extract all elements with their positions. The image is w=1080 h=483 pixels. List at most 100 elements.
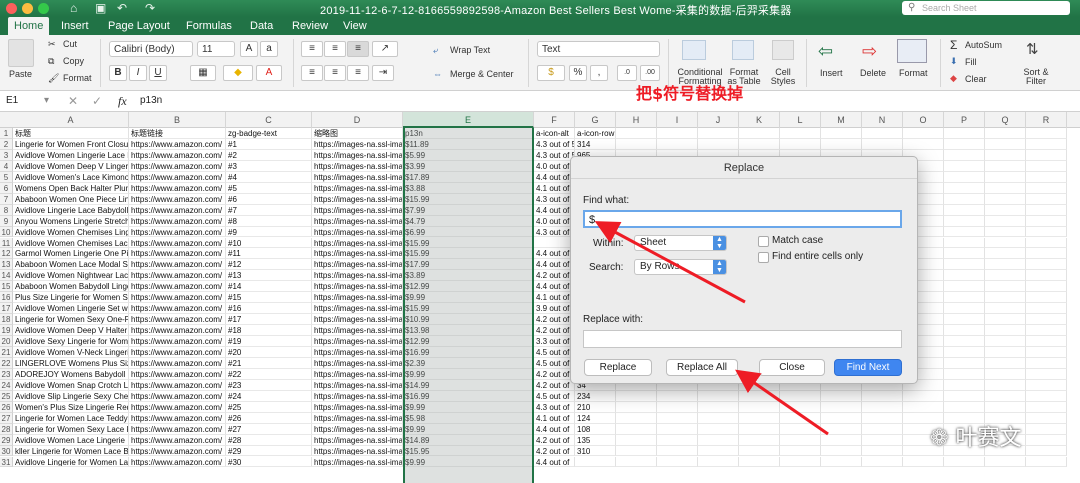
cell[interactable]: Ababoon Women One Piece Lingerie <box>13 193 129 205</box>
name-box[interactable]: E1 <box>6 95 18 106</box>
row-header[interactable]: 9 <box>0 215 13 227</box>
cell[interactable]: https://images-na.ssl-ima <box>312 314 403 326</box>
cell[interactable] <box>985 292 1026 304</box>
insert-cells-icon[interactable]: ⇦ <box>818 41 833 62</box>
cell[interactable]: https://images-na.ssl-ima <box>312 259 403 271</box>
cell[interactable] <box>985 237 1026 249</box>
column-header-n[interactable]: N <box>862 112 903 128</box>
cell[interactable]: $9.99 <box>403 456 534 468</box>
cell[interactable]: https://images-na.ssl-ima <box>312 248 403 260</box>
cell[interactable]: 4.3 out of 5 <box>534 138 575 150</box>
cell[interactable]: https://www.amazon.com/ <box>129 171 226 183</box>
cell[interactable]: 3.9 out of <box>534 303 575 315</box>
cell[interactable] <box>1026 138 1067 150</box>
column-header-b[interactable]: B <box>129 112 226 128</box>
cell[interactable] <box>985 347 1026 358</box>
cell[interactable]: 4.4 out of <box>534 248 575 260</box>
italic-button[interactable]: I <box>129 65 147 81</box>
cell[interactable] <box>780 456 821 468</box>
cell[interactable] <box>739 138 780 150</box>
find-what-input[interactable]: $ <box>583 210 902 228</box>
cell[interactable] <box>985 281 1026 293</box>
cell[interactable] <box>698 423 739 435</box>
cell[interactable]: 4.2 out of <box>534 270 575 282</box>
cell[interactable] <box>944 303 985 315</box>
cell[interactable]: $16.99 <box>403 390 534 402</box>
cell[interactable] <box>1026 325 1067 337</box>
cell[interactable]: https://www.amazon.com/ <box>129 138 226 150</box>
cell[interactable]: #19 <box>226 336 312 347</box>
within-select[interactable]: Sheet ▲ ▼ <box>634 235 727 251</box>
cell[interactable]: https://www.amazon.com/ <box>129 270 226 282</box>
cell[interactable] <box>1026 412 1067 424</box>
cell[interactable] <box>780 390 821 402</box>
cell[interactable] <box>985 138 1026 150</box>
cell[interactable] <box>780 412 821 424</box>
cell[interactable]: $14.99 <box>403 379 534 391</box>
cell[interactable]: https://www.amazon.com/ <box>129 204 226 216</box>
cell[interactable]: Avidlove Slip Lingerie Sexy Chem <box>13 390 129 402</box>
cell[interactable]: p13n <box>403 128 534 139</box>
cell[interactable] <box>903 401 944 413</box>
cell[interactable]: https://images-na.ssl-ima <box>312 347 403 358</box>
cell[interactable] <box>1026 401 1067 413</box>
column-header-c[interactable]: C <box>226 112 312 128</box>
cell[interactable] <box>1026 456 1067 468</box>
cancel-icon[interactable]: ✕ <box>68 94 78 108</box>
cell[interactable] <box>739 390 780 402</box>
cell[interactable]: Avidlove Women Deep V Lingerie <box>13 160 129 172</box>
cell[interactable]: 135 <box>575 434 616 446</box>
cell[interactable]: #18 <box>226 325 312 337</box>
align-right-icon[interactable]: ≡ <box>347 65 369 81</box>
cell[interactable] <box>944 379 985 391</box>
cell[interactable] <box>1026 434 1067 446</box>
cell[interactable]: 234 <box>575 390 616 402</box>
row-header[interactable]: 20 <box>0 336 13 347</box>
tab-view[interactable]: View <box>337 17 373 35</box>
cell[interactable] <box>698 138 739 150</box>
cell[interactable] <box>739 401 780 413</box>
increase-decimal-icon[interactable]: .0 <box>617 65 637 81</box>
cell[interactable] <box>739 423 780 435</box>
cell[interactable]: 4.0 out of <box>534 160 575 172</box>
cell[interactable] <box>985 204 1026 216</box>
cell[interactable] <box>944 357 985 369</box>
cell[interactable]: 4.2 out of <box>534 314 575 326</box>
cell[interactable] <box>1026 357 1067 369</box>
cell[interactable] <box>1026 379 1067 391</box>
cell[interactable]: #26 <box>226 412 312 424</box>
row-header[interactable]: 18 <box>0 314 13 326</box>
redo-icon[interactable]: ↷ <box>145 1 155 15</box>
cell[interactable]: #20 <box>226 347 312 358</box>
cell[interactable] <box>739 412 780 424</box>
cell[interactable] <box>985 314 1026 326</box>
row-header[interactable]: 4 <box>0 160 13 172</box>
cell[interactable]: https://images-na.ssl-ima <box>312 423 403 435</box>
clear-button[interactable]: Clear <box>965 74 987 84</box>
function-icon[interactable]: fx <box>118 94 127 109</box>
cell[interactable] <box>739 128 780 139</box>
cell[interactable] <box>903 138 944 150</box>
format-painter-icon[interactable]: 🖌 <box>48 73 59 84</box>
cell[interactable] <box>698 412 739 424</box>
paste-button[interactable]: Paste <box>9 69 32 79</box>
cell[interactable]: $16.99 <box>403 347 534 358</box>
cell[interactable] <box>944 270 985 282</box>
cell[interactable]: https://www.amazon.com/ <box>129 314 226 326</box>
comma-icon[interactable]: , <box>590 65 608 81</box>
cell[interactable] <box>944 401 985 413</box>
cell[interactable]: 108 <box>575 423 616 435</box>
cell[interactable] <box>1026 347 1067 358</box>
cell[interactable]: LINGERLOVE Womens Plus Size S <box>13 357 129 369</box>
row-header[interactable]: 24 <box>0 379 13 391</box>
format-cells-icon[interactable] <box>897 39 927 63</box>
cell[interactable]: Avidlove Women V-Neck Lingerie <box>13 347 129 358</box>
cell[interactable]: Lingerie for Women Sexy One-Pie <box>13 314 129 326</box>
cell[interactable] <box>944 160 985 172</box>
cell[interactable]: $9.99 <box>403 401 534 413</box>
cell[interactable] <box>985 368 1026 380</box>
cell[interactable]: a-icon-row <box>575 128 616 139</box>
cell[interactable] <box>698 390 739 402</box>
cell[interactable] <box>821 412 862 424</box>
cell[interactable] <box>862 412 903 424</box>
